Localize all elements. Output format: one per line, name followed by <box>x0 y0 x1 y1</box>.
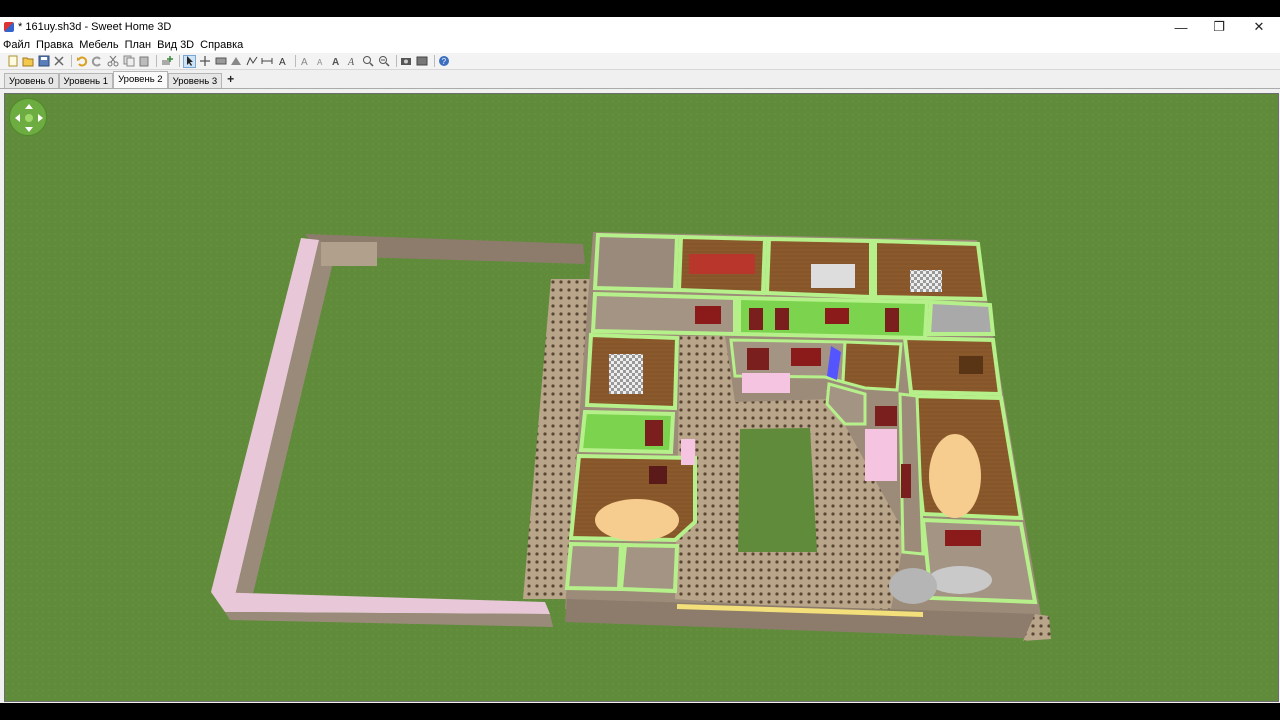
toolbar-separator <box>156 55 158 67</box>
create-dimensions-icon[interactable] <box>261 55 274 68</box>
open-icon[interactable] <box>22 55 35 68</box>
3d-scene <box>5 94 1278 701</box>
toolbar-separator <box>395 55 397 67</box>
bottom-letterbox <box>0 703 1280 720</box>
svg-text:A: A <box>317 58 323 67</box>
create-video-icon[interactable] <box>415 55 428 68</box>
toolbar-separator <box>295 55 297 67</box>
create-photo-icon[interactable] <box>400 55 413 68</box>
menu-plan[interactable]: План <box>122 39 155 51</box>
menu-furniture[interactable]: Мебель <box>76 39 121 51</box>
tab-level-1[interactable]: Уровень 1 <box>58 73 114 88</box>
rooms-top-row <box>592 232 988 302</box>
tab-level-2[interactable]: Уровень 2 <box>113 71 168 88</box>
paste-icon[interactable] <box>138 55 151 68</box>
window-title: * 161uy.sh3d - Sweet Home 3D <box>18 21 172 33</box>
tab-level-0[interactable]: Уровень 0 <box>4 73 59 88</box>
cut-tool-icon[interactable] <box>53 55 66 68</box>
increase-text-size-icon[interactable]: A <box>299 55 312 68</box>
close-button[interactable]: ✕ <box>1240 17 1278 37</box>
maximize-button[interactable]: ❐ <box>1200 17 1238 37</box>
svg-text:A: A <box>347 57 355 67</box>
new-home-icon[interactable] <box>6 55 19 68</box>
italic-text-icon[interactable]: A <box>346 55 359 68</box>
create-polylines-icon[interactable] <box>245 55 258 68</box>
cut-icon[interactable] <box>107 55 120 68</box>
rooms-second-row <box>590 291 996 341</box>
tab-level-3[interactable]: Уровень 3 <box>167 73 223 88</box>
create-rooms-icon[interactable] <box>230 55 243 68</box>
add-level-button[interactable]: + <box>222 72 239 88</box>
toolbar-separator <box>71 55 73 67</box>
app-logo-icon <box>4 22 14 32</box>
toolbar-separator <box>178 55 180 67</box>
level-tabs: Уровень 0 Уровень 1 Уровень 2 Уровень 3 … <box>0 71 1280 89</box>
help-icon[interactable]: ? <box>438 55 451 68</box>
navigation-arrows-icon[interactable] <box>9 98 47 136</box>
toolbar-separator <box>433 55 435 67</box>
zoom-out-icon[interactable] <box>377 55 390 68</box>
svg-text:A: A <box>301 57 308 67</box>
app-window: * 161uy.sh3d - Sweet Home 3D — ❐ ✕ Файл … <box>0 17 1280 703</box>
create-walls-icon[interactable] <box>214 55 227 68</box>
save-icon[interactable] <box>37 55 50 68</box>
select-icon[interactable] <box>182 54 196 68</box>
title-bar: * 161uy.sh3d - Sweet Home 3D — ❐ ✕ <box>0 17 1280 37</box>
gate <box>321 242 377 266</box>
screen-frame: * 161uy.sh3d - Sweet Home 3D — ❐ ✕ Файл … <box>0 0 1280 720</box>
svg-text:A: A <box>332 57 339 67</box>
add-text-icon[interactable]: A <box>277 55 290 68</box>
zoom-in-icon[interactable] <box>361 55 374 68</box>
minimize-button[interactable]: — <box>1162 17 1200 37</box>
menu-3d-view[interactable]: Вид 3D <box>154 39 197 51</box>
menu-help[interactable]: Справка <box>197 39 246 51</box>
add-furniture-icon[interactable] <box>160 55 173 68</box>
decrease-text-size-icon[interactable]: A <box>315 55 328 68</box>
3d-view[interactable] <box>4 93 1279 702</box>
bold-text-icon[interactable]: A <box>330 55 343 68</box>
redo-icon[interactable] <box>91 55 104 68</box>
svg-text:A: A <box>279 57 286 67</box>
menu-file[interactable]: Файл <box>0 39 33 51</box>
svg-text:?: ? <box>442 57 447 66</box>
copy-icon[interactable] <box>122 55 135 68</box>
inner-courtyard-lawn <box>738 428 817 552</box>
menu-bar: Файл Правка Мебель План Вид 3D Справка <box>0 37 1280 53</box>
undo-icon[interactable] <box>75 55 88 68</box>
menu-edit[interactable]: Правка <box>33 39 76 51</box>
toolbar: A A A A A ? <box>0 53 1280 70</box>
pan-icon[interactable] <box>199 55 212 68</box>
